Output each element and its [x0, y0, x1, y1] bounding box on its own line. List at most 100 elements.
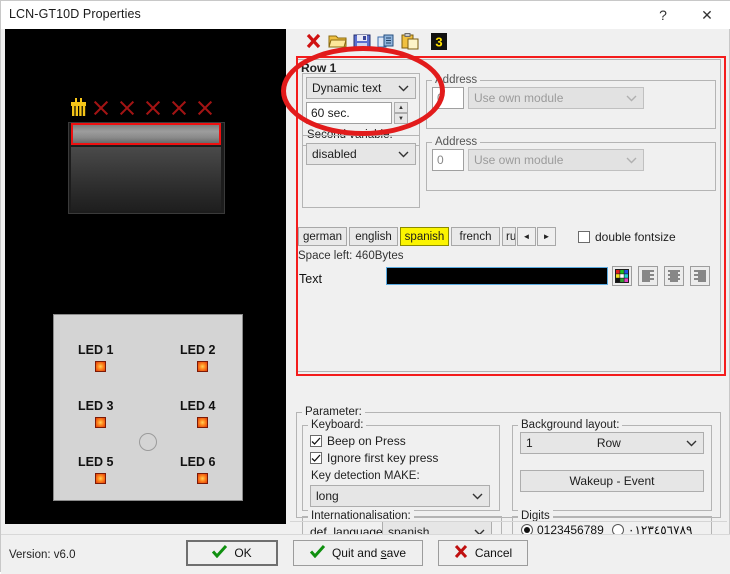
- address2-number-input[interactable]: 0: [432, 149, 464, 171]
- address1-module-value: Use own module: [474, 91, 564, 105]
- led-indicator-5[interactable]: [95, 473, 106, 484]
- led-indicator-3[interactable]: [95, 417, 106, 428]
- close-icon[interactable]: ✕: [685, 1, 729, 29]
- tab-english-label: english: [355, 230, 392, 243]
- led-panel: LED 1 LED 2 LED 3 LED 4 LED 5 LED 6: [53, 314, 243, 501]
- tab-german-label: german: [303, 230, 342, 243]
- led-indicator-6[interactable]: [197, 473, 208, 484]
- key-detection-label: Key detection MAKE:: [311, 470, 420, 482]
- color-palette-icon[interactable]: [612, 266, 632, 286]
- chevron-down-icon: [398, 81, 409, 95]
- chevron-down-icon: [472, 489, 483, 503]
- second-variable-value: disabled: [312, 147, 357, 161]
- background-layout-unit: Row: [596, 436, 621, 450]
- quit-and-save-label: Quit and save: [332, 546, 406, 560]
- background-layout-legend: Background layout:: [518, 419, 623, 431]
- cancel-button[interactable]: Cancel: [438, 540, 528, 566]
- x-mark-icon: [170, 99, 188, 117]
- settings-pane: 3 Row 1 Dynamic text 60 sec. ▲ ▼ Second …: [290, 29, 727, 550]
- cancel-x-icon: [454, 544, 468, 561]
- remaining-rows: [71, 147, 221, 211]
- address2-module-select[interactable]: Use own module: [468, 149, 644, 171]
- three-badge-icon[interactable]: 3: [429, 32, 449, 51]
- tab-scroll-next-button[interactable]: ►: [537, 227, 556, 246]
- help-icon[interactable]: ?: [641, 1, 685, 29]
- svg-text:3: 3: [435, 35, 442, 50]
- ok-button[interactable]: OK: [186, 540, 278, 566]
- interval-spinner[interactable]: ▲ ▼: [394, 102, 408, 124]
- version-label: Version: v6.0: [9, 549, 76, 561]
- selected-row-highlight[interactable]: [71, 123, 221, 145]
- save-disk-icon[interactable]: [352, 32, 372, 51]
- spinner-down-icon[interactable]: ▼: [394, 113, 408, 124]
- display-screen: [68, 122, 225, 214]
- pane-divider: [290, 521, 727, 522]
- led-label-4: LED 4: [180, 399, 216, 413]
- ignore-first-key-label: Ignore first key press: [327, 451, 439, 465]
- quit-save-suffix: ave: [386, 546, 407, 560]
- row-mode-value: Dynamic text: [312, 81, 382, 95]
- double-fontsize-checkbox[interactable]: double fontsize: [578, 230, 676, 244]
- check-icon: [309, 544, 326, 561]
- address2-number-value: 0: [437, 153, 444, 167]
- tab-german[interactable]: german: [298, 227, 347, 246]
- led-indicator-4[interactable]: [197, 417, 208, 428]
- align-right-icon[interactable]: [690, 266, 710, 286]
- fountain-icon: [70, 98, 87, 117]
- tab-english[interactable]: english: [349, 227, 398, 246]
- led-label-3: LED 3: [78, 399, 114, 413]
- align-left-icon[interactable]: [638, 266, 658, 286]
- row-mode-select[interactable]: Dynamic text: [306, 77, 416, 99]
- tab-spanish-label: spanish: [404, 230, 445, 243]
- delete-icon[interactable]: [304, 32, 324, 51]
- check-icon: [212, 544, 228, 561]
- quit-and-save-button[interactable]: Quit and save: [293, 540, 423, 566]
- checkbox-checked-icon: [310, 435, 322, 447]
- x-mark-icon: [92, 99, 110, 117]
- device-preview-panel: LED 1 LED 2 LED 3 LED 4 LED 5 LED 6: [5, 29, 286, 524]
- address2-module-value: Use own module: [474, 153, 564, 167]
- double-fontsize-label: double fontsize: [595, 230, 676, 244]
- tab-spanish[interactable]: spanish: [400, 227, 449, 246]
- paste-icon[interactable]: [400, 32, 420, 51]
- led-label-5: LED 5: [78, 455, 114, 469]
- led-label-2: LED 2: [180, 343, 216, 357]
- chevron-down-icon: [626, 91, 637, 105]
- display-icon-row: [65, 94, 225, 122]
- address1-legend: Address: [432, 74, 481, 86]
- ignore-first-key-checkbox[interactable]: Ignore first key press: [310, 451, 438, 465]
- address1-number-input[interactable]: 0: [432, 87, 464, 109]
- space-left-label: Space left: 460Bytes: [298, 250, 404, 262]
- ok-button-label: OK: [234, 546, 252, 560]
- x-mark-icon: [118, 99, 136, 117]
- x-mark-icon: [144, 99, 162, 117]
- quit-save-prefix: Quit and: [331, 546, 381, 560]
- led-indicator-1[interactable]: [95, 361, 106, 372]
- spinner-up-icon[interactable]: ▲: [394, 102, 408, 113]
- address1-module-select[interactable]: Use own module: [468, 87, 644, 109]
- window-title: LCN-GT10D Properties: [9, 7, 141, 21]
- second-variable-select[interactable]: disabled: [306, 143, 416, 165]
- interval-input[interactable]: 60 sec.: [306, 102, 392, 124]
- tab-russian-label: ru: [506, 230, 516, 243]
- background-layout-select[interactable]: 1 Row: [520, 432, 704, 454]
- led-label-1: LED 1: [78, 343, 114, 357]
- center-circle-icon: [139, 433, 157, 451]
- open-folder-icon[interactable]: [328, 32, 348, 51]
- key-detection-select[interactable]: long: [310, 485, 490, 507]
- tab-russian[interactable]: ru: [502, 227, 516, 246]
- title-bar: LCN-GT10D Properties ? ✕: [1, 1, 730, 29]
- copy-icon[interactable]: [376, 32, 396, 51]
- cancel-button-label: Cancel: [474, 546, 513, 560]
- align-center-icon[interactable]: [664, 266, 684, 286]
- tab-french[interactable]: french: [451, 227, 500, 246]
- interval-value: 60 sec.: [311, 106, 350, 120]
- tab-scroll-prev-button[interactable]: ◄: [517, 227, 536, 246]
- led-indicator-2[interactable]: [197, 361, 208, 372]
- text-input[interactable]: [386, 267, 608, 285]
- checkbox-box-icon: [578, 231, 590, 243]
- beep-on-press-checkbox[interactable]: Beep on Press: [310, 434, 406, 448]
- display-preview: [65, 94, 225, 214]
- key-detection-value: long: [316, 489, 339, 503]
- wakeup-event-button[interactable]: Wakeup - Event: [520, 470, 704, 492]
